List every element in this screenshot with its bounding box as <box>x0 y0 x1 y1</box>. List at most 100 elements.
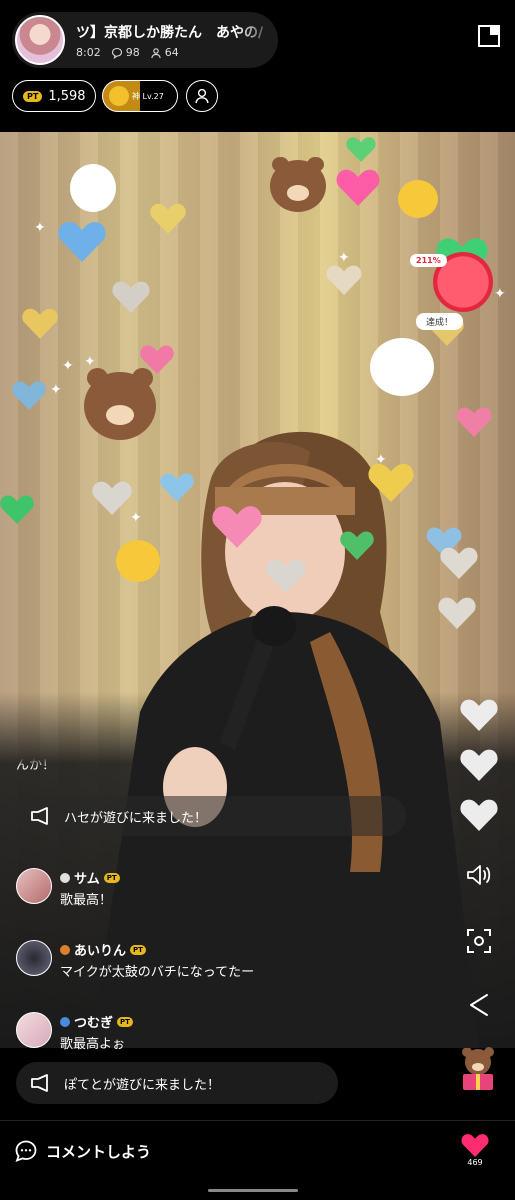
heart-icon <box>456 407 492 437</box>
comment-text: マイクが太鼓のバチになってたー <box>60 965 255 980</box>
sparkle-icon: ✦ <box>84 354 96 370</box>
comment-author: つむぎ PT <box>60 1012 133 1031</box>
comment-author-name: サム <box>74 872 100 887</box>
heart-icon <box>212 506 262 548</box>
bottom-bar: コメントしよう 469 <box>0 1120 515 1180</box>
join-notice: ハセが遊びに来ました！ <box>16 796 406 836</box>
host-avatar[interactable] <box>15 15 65 65</box>
comment-text: 歌最高よぉ <box>60 1037 126 1052</box>
chick-sticker <box>116 540 160 582</box>
heart-icon <box>266 559 306 593</box>
comment-input-button[interactable]: コメントしよう <box>14 1139 151 1163</box>
megaphone-icon <box>31 807 48 825</box>
stream-header: ツ】京都しか勝たん あやの/ 8:02 98 64 PT 1,598 神 Lv.… <box>0 0 515 132</box>
level-label: 神 Lv.27 <box>132 91 164 101</box>
gift-bear-icon[interactable] <box>457 1046 499 1092</box>
heart-icon <box>22 308 58 339</box>
camera-scan-icon <box>467 929 491 953</box>
sparkle-icon: ✦ <box>62 358 74 374</box>
follow-button[interactable] <box>186 80 218 112</box>
heart-icon <box>160 473 194 502</box>
comment-author-name: あいりん <box>74 944 127 959</box>
rank-dot <box>60 944 70 955</box>
sparkle-icon: ✦ <box>34 220 46 236</box>
comment-author: あいりん PT <box>60 940 254 959</box>
heart-icon <box>438 597 476 629</box>
heart-icon <box>460 749 498 781</box>
heart-icon <box>336 169 380 206</box>
avatar[interactable] <box>16 1012 52 1048</box>
home-indicator[interactable] <box>208 1189 298 1192</box>
comment-icon <box>111 47 122 59</box>
comment-count: 98 <box>111 46 140 59</box>
bunny-sticker <box>70 164 116 212</box>
heart-icon <box>12 381 46 410</box>
bunny-sticker <box>370 338 434 396</box>
heart-icon <box>368 463 414 502</box>
stream-meta: 8:02 98 64 <box>76 46 179 59</box>
megaphone-icon <box>31 1074 48 1092</box>
brown-bear-sticker <box>84 367 156 440</box>
like-button[interactable]: 469 <box>459 1133 491 1167</box>
screenshot-button[interactable] <box>464 926 494 956</box>
pt-badge: PT <box>23 90 43 102</box>
elapsed-time: 8:02 <box>76 46 101 59</box>
brown-bear-sticker <box>270 156 326 212</box>
points-pill[interactable]: PT 1,598 <box>12 80 96 112</box>
heart-icon <box>58 222 106 262</box>
level-pill[interactable]: 神 Lv.27 <box>102 80 178 112</box>
pt-badge: PT <box>130 944 146 955</box>
comment-count-value: 98 <box>125 46 140 59</box>
points-value: 1,598 <box>48 88 86 104</box>
sparkle-icon: ✦ <box>338 250 350 266</box>
heart-icon <box>326 265 362 295</box>
avatar[interactable] <box>16 868 52 904</box>
faded-comment: んか！ <box>16 758 56 773</box>
avatar[interactable] <box>16 940 52 976</box>
pt-badge: PT <box>117 1016 133 1027</box>
follow-user-icon <box>195 88 209 104</box>
heart-icon <box>461 1134 489 1157</box>
comment-text: 歌最高！ <box>60 893 113 908</box>
join-notice: ぽてとが遊びに来ました！ <box>16 1062 338 1104</box>
share-icon <box>470 994 488 1016</box>
comment-author-name: つむぎ <box>74 1016 114 1031</box>
heart-icon <box>460 799 498 831</box>
share-button[interactable] <box>464 990 494 1020</box>
chick-sticker <box>398 180 438 218</box>
heart-icon <box>0 495 34 524</box>
stream-title: ツ】京都しか勝たん あやの/ <box>76 25 264 41</box>
sparkle-icon: ✦ <box>50 382 62 398</box>
like-count: 469 <box>467 1158 483 1167</box>
rank-dot <box>60 872 70 883</box>
comment-author: サム PT <box>60 868 120 887</box>
comment-prompt: コメントしよう <box>46 1142 152 1161</box>
comment-item[interactable]: あいりん PT マイクが太鼓のバチになってたー <box>16 940 254 980</box>
level-face-icon <box>109 86 129 106</box>
volume-icon <box>467 865 491 885</box>
heart-icon <box>460 699 498 731</box>
heart-icon <box>346 137 376 162</box>
live-video[interactable]: ✦ ✦ ✦ ✦ ✦ ✦ ✦ ✦ 211% 達成！ <box>0 132 515 1048</box>
heart-icon <box>440 547 478 579</box>
viewer-count: 64 <box>150 46 179 59</box>
heart-icon <box>340 531 374 560</box>
goal-status: 達成！ <box>416 313 464 330</box>
host-info-pill[interactable]: ツ】京都しか勝たん あやの/ 8:02 98 64 <box>12 12 278 68</box>
comment-item[interactable]: サム PT 歌最高！ <box>16 868 120 908</box>
viewer-icon <box>150 47 161 58</box>
heart-icon <box>150 203 186 234</box>
pt-badge: PT <box>103 872 120 883</box>
volume-button[interactable] <box>464 860 494 890</box>
heart-icon <box>92 481 132 515</box>
viewer-count-value: 64 <box>164 46 179 59</box>
sparkle-icon: ✦ <box>130 510 142 526</box>
comment-item[interactable]: つむぎ PT 歌最高よぉ <box>16 1012 133 1052</box>
rank-dot <box>60 1016 70 1027</box>
chat-bubble-icon <box>15 1140 37 1163</box>
join-notice-text: ぽてとが遊びに来ました！ <box>64 1077 221 1093</box>
join-notice-text: ハセが遊びに来ました！ <box>64 810 208 826</box>
heart-icon <box>112 281 150 313</box>
close-icon[interactable] <box>477 24 501 48</box>
sparkle-icon: ✦ <box>375 452 387 468</box>
